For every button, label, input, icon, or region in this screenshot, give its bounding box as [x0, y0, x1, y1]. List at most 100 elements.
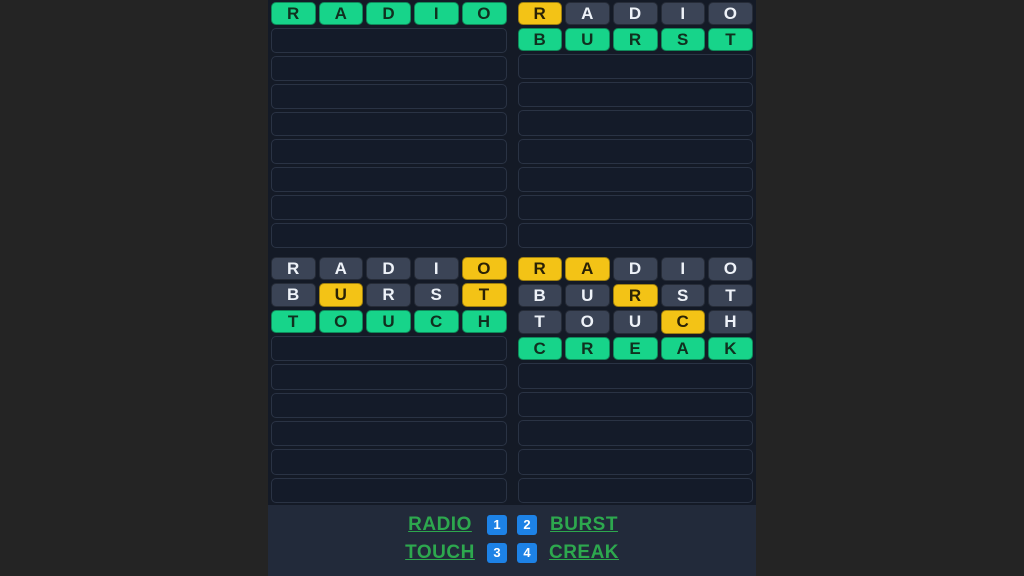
board-number-badge[interactable]: 3: [487, 542, 507, 563]
empty-row: [271, 477, 507, 503]
letter-tile: S: [414, 283, 459, 307]
guess-row: RADIO: [271, 2, 507, 25]
board-number-badge[interactable]: 1: [487, 514, 507, 535]
letter-tile: U: [565, 283, 610, 308]
letter-tile: A: [565, 2, 610, 26]
empty-row: [517, 138, 753, 164]
guess-row: TOUCH: [271, 309, 507, 333]
answer-word-left[interactable]: RADIO: [403, 514, 477, 536]
empty-row: [271, 167, 507, 193]
letter-tile: I: [660, 2, 706, 26]
letter-tile: R: [271, 257, 316, 281]
letter-tile: D: [366, 257, 412, 281]
empty-row: [517, 54, 753, 80]
empty-row: [517, 477, 753, 504]
guess-row: BURST: [271, 283, 507, 307]
letter-tile: O: [708, 2, 753, 26]
empty-row: [517, 82, 753, 108]
guess-row: CREAK: [517, 336, 753, 361]
letter-tile: O: [565, 310, 610, 334]
letter-tile: D: [612, 2, 658, 26]
empty-row: [517, 363, 753, 389]
empty-row: [271, 392, 507, 418]
letter-tile: C: [660, 310, 706, 334]
letter-tile: T: [271, 309, 316, 333]
empty-row: [517, 222, 753, 248]
guess-row: RADIO: [271, 257, 507, 281]
answer-word-right[interactable]: BURST: [547, 514, 621, 536]
guess-row: RADIO: [517, 257, 753, 281]
guess-row: TOUCH: [517, 310, 753, 334]
letter-tile: U: [366, 309, 412, 333]
empty-row: [517, 391, 753, 418]
board-top-left: RADIO: [268, 0, 510, 250]
letter-tile: S: [660, 283, 706, 308]
answers-footer: RADIO 1 2 BURST TOUCH 3 4 CREAK: [268, 505, 756, 576]
letter-tile: T: [708, 28, 753, 52]
letter-tile: R: [612, 283, 658, 308]
letter-tile: I: [660, 257, 706, 281]
letter-tile: H: [461, 309, 507, 333]
letter-tile: H: [708, 310, 753, 334]
letter-tile: C: [414, 309, 459, 333]
letter-tile: S: [660, 28, 706, 52]
letter-tile: R: [612, 28, 658, 52]
empty-row: [271, 83, 507, 109]
letter-tile: B: [271, 283, 316, 307]
letter-tile: K: [708, 336, 753, 361]
letter-tile: R: [565, 336, 610, 361]
letter-tile: D: [366, 2, 412, 25]
answer-row: TOUCH 3 4 CREAK: [403, 542, 621, 564]
board-bottom-right: RADIOBURSTTOUCHCREAK: [515, 255, 757, 505]
letter-tile: A: [318, 2, 364, 25]
empty-row: [517, 194, 753, 220]
letter-tile: C: [517, 336, 563, 361]
empty-row: [271, 27, 507, 53]
guess-row: BURST: [517, 283, 753, 308]
letter-tile: O: [461, 2, 507, 25]
guess-row: RADIO: [517, 2, 753, 26]
letter-tile: O: [318, 309, 364, 333]
letter-tile: U: [318, 283, 364, 307]
letter-tile: A: [318, 257, 364, 281]
letter-tile: I: [414, 2, 459, 25]
board-number-badge[interactable]: 4: [517, 542, 537, 563]
empty-row: [271, 335, 507, 362]
empty-row: [271, 139, 507, 165]
game-container: RADIORADIOBURSTRADIOBURSTTOUCHRADIOBURST…: [268, 0, 756, 576]
answer-word-right[interactable]: CREAK: [547, 542, 621, 564]
letter-tile: U: [565, 28, 610, 52]
answer-row: RADIO 1 2 BURST: [403, 514, 621, 536]
letter-tile: B: [517, 283, 563, 308]
letter-tile: R: [271, 2, 316, 25]
empty-row: [271, 111, 507, 137]
letter-tile: D: [612, 257, 658, 281]
letter-tile: T: [517, 310, 563, 334]
letter-tile: O: [461, 257, 507, 281]
letter-tile: A: [660, 336, 706, 361]
empty-row: [271, 420, 507, 447]
letter-tile: B: [517, 28, 563, 52]
boards-grid: RADIORADIOBURSTRADIOBURSTTOUCHRADIOBURST…: [268, 0, 756, 505]
letter-tile: I: [414, 257, 459, 281]
letter-tile: O: [708, 257, 753, 281]
empty-row: [271, 195, 507, 221]
letter-tile: T: [461, 283, 507, 307]
board-top-right: RADIOBURST: [515, 0, 757, 250]
empty-row: [271, 223, 507, 249]
letter-tile: A: [565, 257, 610, 281]
letter-tile: R: [517, 257, 563, 281]
board-number-badge[interactable]: 2: [517, 514, 537, 535]
letter-tile: R: [366, 283, 412, 307]
empty-row: [517, 166, 753, 192]
empty-row: [517, 110, 753, 136]
letter-tile: E: [612, 336, 658, 361]
guess-row: BURST: [517, 28, 753, 52]
empty-row: [271, 364, 507, 390]
answer-word-left[interactable]: TOUCH: [403, 542, 477, 564]
letter-tile: U: [612, 310, 658, 334]
letter-tile: R: [517, 2, 563, 26]
empty-row: [517, 420, 753, 446]
empty-row: [517, 448, 753, 475]
empty-row: [271, 55, 507, 81]
